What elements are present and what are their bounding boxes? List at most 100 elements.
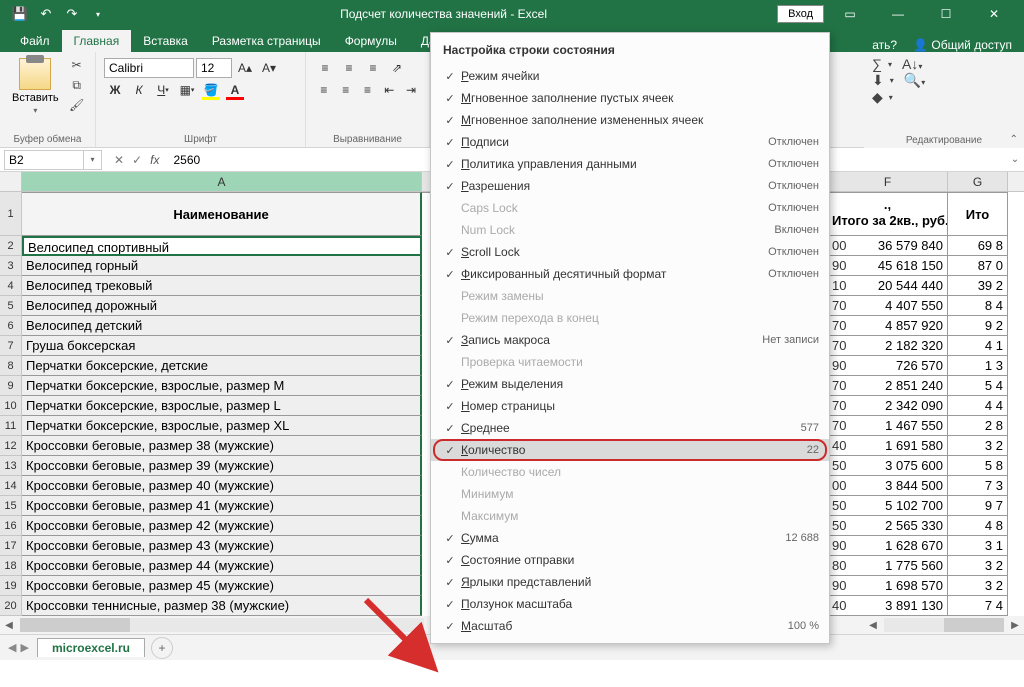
increase-font-icon[interactable]: A▴ (234, 58, 256, 78)
cell[interactable]: 503 075 600 (828, 456, 948, 476)
cell[interactable]: 403 891 130 (828, 596, 948, 616)
context-menu-item[interactable]: ✓Политика управления даннымиОтключен (431, 153, 829, 175)
cell[interactable]: 704 857 920 (828, 316, 948, 336)
row-header[interactable]: 10 (0, 396, 22, 416)
cell[interactable]: Кроссовки беговые, размер 43 (мужские) (22, 536, 422, 556)
context-menu-item[interactable]: ✓Состояние отправки (431, 549, 829, 571)
scroll-left-icon[interactable]: ◀ (0, 620, 18, 631)
confirm-formula-icon[interactable]: ✓ (132, 153, 142, 167)
cell[interactable]: Велосипед трековый (22, 276, 422, 296)
context-menu-item[interactable]: ✓Количество22 (431, 439, 829, 461)
sheet-nav-prev-icon[interactable]: ◀ (8, 641, 16, 654)
row-header[interactable]: 8 (0, 356, 22, 376)
font-color-icon[interactable]: A (224, 80, 246, 100)
cell[interactable]: 505 102 700 (828, 496, 948, 516)
cell[interactable]: 3 1 (948, 536, 1008, 556)
row-header[interactable]: 1 (0, 192, 22, 236)
cell[interactable]: 7 4 (948, 596, 1008, 616)
decrease-font-icon[interactable]: A▾ (258, 58, 280, 78)
cell[interactable]: Перчатки боксерские, взрослые, размер M (22, 376, 422, 396)
sheet-nav-next-icon[interactable]: ▶ (20, 641, 28, 654)
cell[interactable]: 5 4 (948, 376, 1008, 396)
context-menu-item[interactable]: ✓Запись макросаНет записи (431, 329, 829, 351)
cell[interactable]: 9045 618 150 (828, 256, 948, 276)
share-button[interactable]: 👤 Общий доступ (913, 38, 1012, 52)
cell[interactable]: 69 8 (948, 236, 1008, 256)
column-header-a[interactable]: A (22, 172, 422, 191)
cell[interactable]: Перчатки боксерские, взрослые, размер XL (22, 416, 422, 436)
align-right-icon[interactable]: ≡ (358, 80, 378, 100)
row-header[interactable]: 17 (0, 536, 22, 556)
row-header[interactable]: 9 (0, 376, 22, 396)
find-select-icon[interactable]: 🔍▾ (904, 72, 925, 89)
header-cell-a[interactable]: Наименование (22, 192, 422, 236)
context-menu-item[interactable]: Режим перехода в конец (431, 307, 829, 329)
undo-icon[interactable]: ↶ (34, 2, 58, 26)
cut-icon[interactable]: ✂ (67, 56, 87, 74)
cell[interactable]: Перчатки боксерские, детские (22, 356, 422, 376)
cell[interactable]: Велосипед горный (22, 256, 422, 276)
cell[interactable]: 4 4 (948, 396, 1008, 416)
cell[interactable]: 9 7 (948, 496, 1008, 516)
context-menu-item[interactable]: ✓Мгновенное заполнение пустых ячеек (431, 87, 829, 109)
select-all-corner[interactable] (0, 172, 22, 191)
context-menu-item[interactable]: Caps LockОтключен (431, 197, 829, 219)
font-name-select[interactable] (104, 58, 194, 78)
underline-button[interactable]: Ч▾ (152, 80, 174, 100)
context-menu-item[interactable]: ✓Номер страницы (431, 395, 829, 417)
clear-icon[interactable]: ◆ (872, 89, 883, 106)
cell[interactable]: 3 2 (948, 556, 1008, 576)
context-menu-item[interactable]: ✓Режим выделения (431, 373, 829, 395)
context-menu-item[interactable]: ✓Ярлыки представлений (431, 571, 829, 593)
cell[interactable]: 4 8 (948, 516, 1008, 536)
align-bottom-icon[interactable]: ≡ (362, 58, 384, 78)
redo-icon[interactable]: ↷ (60, 2, 84, 26)
cell[interactable]: 8 4 (948, 296, 1008, 316)
cell[interactable]: 5 8 (948, 456, 1008, 476)
paste-button[interactable]: Вставить ▾ (8, 56, 63, 117)
context-menu-item[interactable]: ✓Масштаб100 % (431, 615, 829, 637)
align-top-icon[interactable]: ≡ (314, 58, 336, 78)
column-header-f[interactable]: F (828, 172, 948, 191)
cell[interactable]: 9 2 (948, 316, 1008, 336)
context-menu-item[interactable]: Проверка читаемости (431, 351, 829, 373)
copy-icon[interactable]: ⧉ (67, 76, 87, 94)
context-menu-item[interactable]: ✓ПодписиОтключен (431, 131, 829, 153)
scroll-thumb-right[interactable] (944, 618, 1004, 632)
row-header[interactable]: 3 (0, 256, 22, 276)
context-menu-item[interactable]: Num LockВключен (431, 219, 829, 241)
cell[interactable]: 704 407 550 (828, 296, 948, 316)
row-header[interactable]: 18 (0, 556, 22, 576)
cell[interactable]: 702 342 090 (828, 396, 948, 416)
name-box-dropdown-icon[interactable]: ▾ (84, 150, 102, 170)
context-menu-item[interactable]: ✓Мгновенное заполнение измененных ячеек (431, 109, 829, 131)
fill-icon[interactable]: ⬇ (872, 72, 884, 89)
tab-page-layout[interactable]: Разметка страницы (200, 30, 333, 52)
cell[interactable]: 901 698 570 (828, 576, 948, 596)
maximize-icon[interactable]: ☐ (924, 0, 968, 28)
row-header[interactable]: 19 (0, 576, 22, 596)
close-icon[interactable]: ✕ (972, 0, 1016, 28)
tab-formulas[interactable]: Формулы (333, 30, 409, 52)
column-header-g[interactable]: G (948, 172, 1008, 191)
login-button[interactable]: Вход (777, 5, 824, 23)
cell[interactable]: 801 775 560 (828, 556, 948, 576)
row-header[interactable]: 12 (0, 436, 22, 456)
tab-home[interactable]: Главная (62, 30, 132, 52)
context-menu-item[interactable]: Режим замены (431, 285, 829, 307)
row-header[interactable]: 6 (0, 316, 22, 336)
cell[interactable]: 401 691 580 (828, 436, 948, 456)
cell[interactable]: 90726 570 (828, 356, 948, 376)
font-size-select[interactable] (196, 58, 232, 78)
save-icon[interactable]: 💾 (8, 2, 32, 26)
orientation-icon[interactable]: ⇗ (386, 58, 408, 78)
cell[interactable]: 702 851 240 (828, 376, 948, 396)
qat-customize-icon[interactable]: ▾ (86, 2, 110, 26)
context-menu-item[interactable]: ✓Фиксированный десятичный форматОтключен (431, 263, 829, 285)
context-menu-item[interactable]: Минимум (431, 483, 829, 505)
row-header[interactable]: 15 (0, 496, 22, 516)
context-menu-item[interactable]: Количество чисел (431, 461, 829, 483)
ribbon-display-icon[interactable]: ▭ (828, 0, 872, 28)
cell[interactable]: 0036 579 840 (828, 236, 948, 256)
context-menu-item[interactable]: ✓Ползунок масштаба (431, 593, 829, 615)
